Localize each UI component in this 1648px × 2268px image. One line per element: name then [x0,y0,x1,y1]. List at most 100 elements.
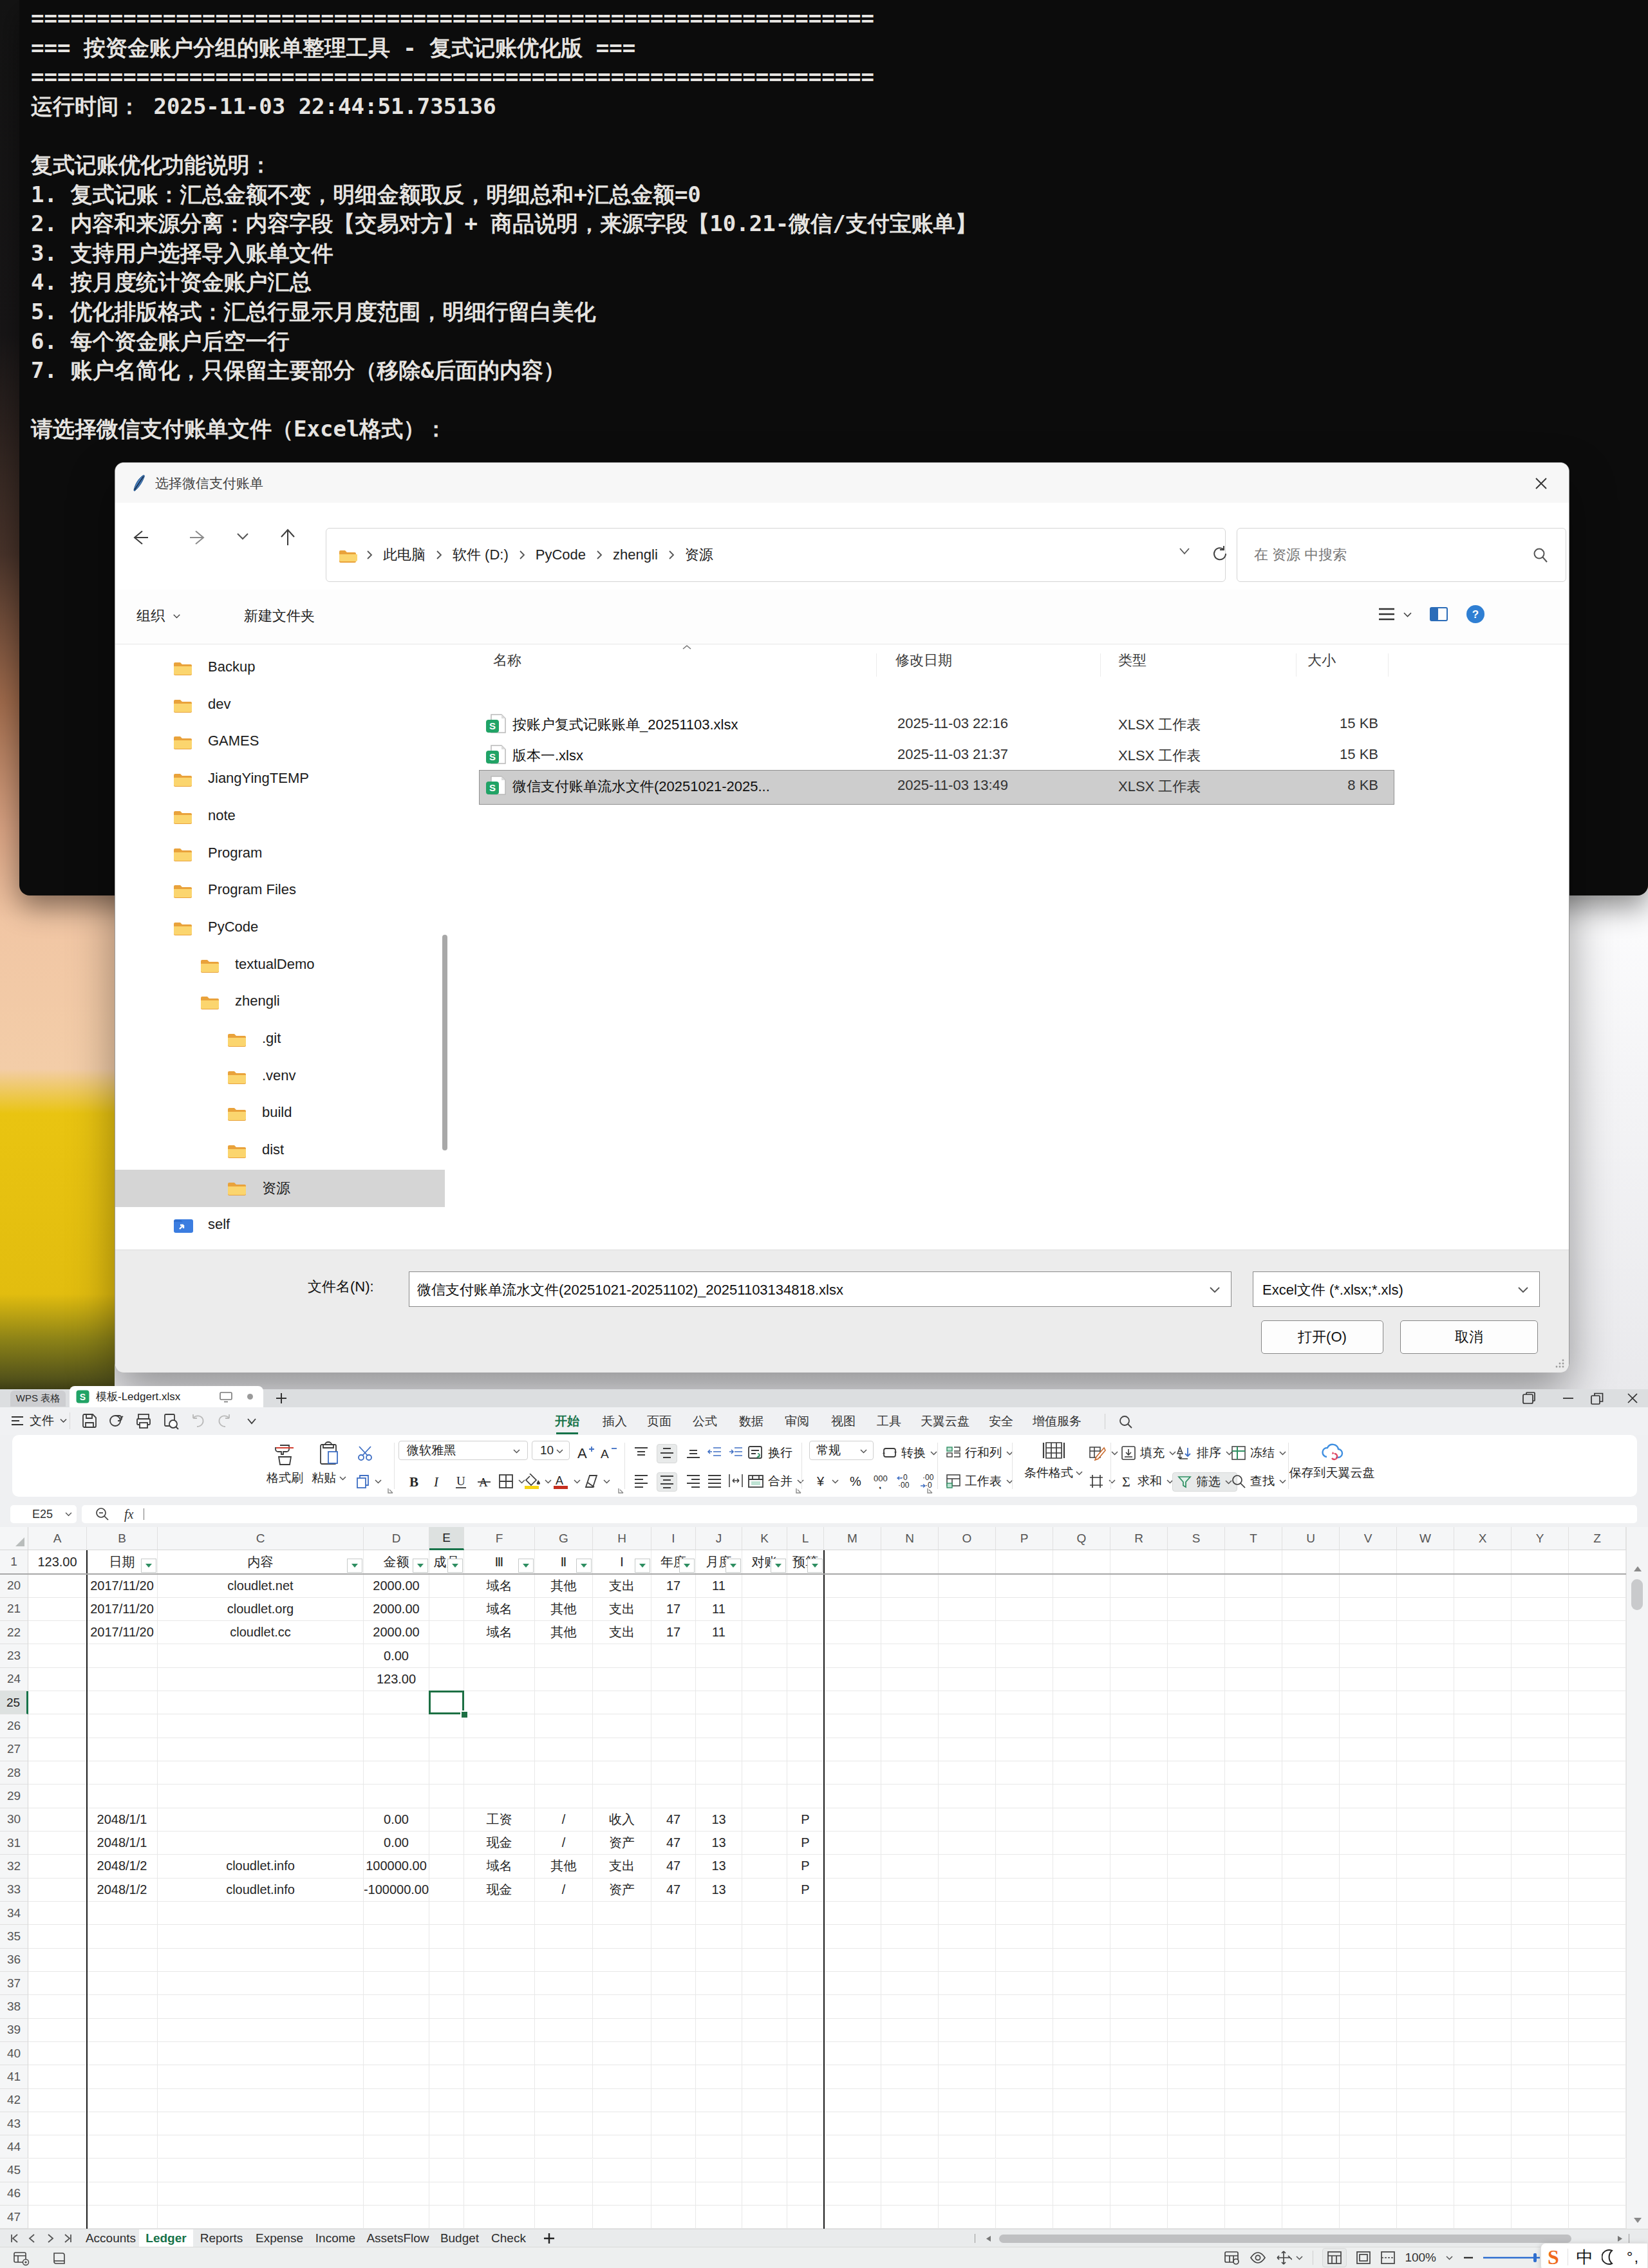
underline-button[interactable]: U [453,1472,469,1490]
cell-B34[interactable] [87,1902,158,1925]
cell-T40[interactable] [1225,2042,1282,2065]
filename-chevron-icon[interactable] [1209,1286,1221,1293]
cell-T24[interactable] [1225,1668,1282,1691]
cell-P31[interactable] [996,1832,1053,1855]
cell-F38[interactable] [464,1995,535,2018]
cell-W1[interactable] [1397,1550,1454,1574]
cell-P26[interactable] [996,1714,1053,1738]
cell-H26[interactable] [593,1714,651,1738]
cell-R47[interactable] [1110,2206,1168,2229]
cell-N43[interactable] [881,2112,939,2135]
cell-R29[interactable] [1110,1785,1168,1808]
cell-P25[interactable] [996,1691,1053,1714]
cell-G45[interactable] [535,2159,593,2182]
cell-F20[interactable]: 域名 [464,1575,535,1598]
cell-R27[interactable] [1110,1738,1168,1761]
cell-W40[interactable] [1397,2042,1454,2065]
cell-S27[interactable] [1168,1738,1225,1761]
tree-scrollbar[interactable] [442,935,447,1150]
cell-K45[interactable] [742,2159,787,2182]
cell-Z32[interactable] [1569,1855,1626,1878]
cell-A26[interactable] [28,1714,87,1738]
cell-E39[interactable] [429,2019,464,2042]
cell-H24[interactable] [593,1668,651,1691]
cell-R45[interactable] [1110,2159,1168,2182]
fill-button[interactable]: 填充 [1121,1444,1177,1462]
ribbon-tab-工具[interactable]: 工具 [877,1407,901,1435]
tree-item-note[interactable]: note [115,798,445,836]
cell-Y31[interactable] [1512,1832,1569,1855]
sum-button[interactable]: Σ求和 [1121,1472,1174,1490]
cell-L25[interactable] [787,1691,824,1714]
cell-N21[interactable] [881,1598,939,1621]
cell-G47[interactable] [535,2206,593,2229]
conditional-format-button[interactable]: 条件格式 [1023,1440,1085,1481]
cell-H32[interactable]: 支出 [593,1855,651,1878]
cell-T29[interactable] [1225,1785,1282,1808]
cell-U30[interactable] [1282,1808,1340,1832]
tree-item-GAMES[interactable]: GAMES [115,724,445,761]
cell-E33[interactable] [429,1879,464,1902]
cell-X44[interactable] [1454,2135,1512,2159]
cell-M42[interactable] [824,2089,881,2112]
cell-X27[interactable] [1454,1738,1512,1761]
cell-F32[interactable]: 域名 [464,1855,535,1878]
cell-C33[interactable]: cloudlet.info [158,1879,364,1902]
cell-P20[interactable] [996,1575,1053,1598]
column-header-C[interactable]: C [158,1527,364,1550]
cell-B46[interactable] [87,2182,158,2206]
cell-J40[interactable] [696,2042,742,2065]
resize-grip[interactable] [1555,1358,1565,1369]
column-header-I[interactable]: I [651,1527,696,1550]
filter-dropdown-J[interactable] [726,1559,741,1573]
cell-X43[interactable] [1454,2112,1512,2135]
cell-P40[interactable] [996,2042,1053,2065]
row-header-43[interactable]: 43 [0,2112,28,2135]
row-header-28[interactable]: 28 [0,1761,28,1785]
cell-G37[interactable] [535,1972,593,1995]
view-normal-button[interactable] [1322,2248,1347,2267]
row-header-30[interactable]: 30 [0,1808,28,1832]
cell-Q46[interactable] [1053,2182,1110,2206]
cell-V31[interactable] [1340,1832,1397,1855]
cell-E22[interactable] [429,1621,464,1644]
cell-P44[interactable] [996,2135,1053,2159]
cell-U44[interactable] [1282,2135,1340,2159]
cell-E44[interactable] [429,2135,464,2159]
cell-U46[interactable] [1282,2182,1340,2206]
cell-G43[interactable] [535,2112,593,2135]
cell-O39[interactable] [939,2019,996,2042]
cell-F46[interactable] [464,2182,535,2206]
cell-N37[interactable] [881,1972,939,1995]
cell-K29[interactable] [742,1785,787,1808]
print-icon[interactable] [134,1412,153,1430]
row-header-46[interactable]: 46 [0,2182,28,2206]
cell-T46[interactable] [1225,2182,1282,2206]
cell-M41[interactable] [824,2065,881,2088]
row-header-24[interactable]: 24 [0,1668,28,1691]
cell-F37[interactable] [464,1972,535,1995]
cell-U20[interactable] [1282,1575,1340,1598]
cell-A20[interactable] [28,1575,87,1598]
cell-B44[interactable] [87,2135,158,2159]
cell-R31[interactable] [1110,1832,1168,1855]
ribbon-tab-页面[interactable]: 页面 [647,1407,671,1435]
cell-V34[interactable] [1340,1902,1397,1925]
cell-J45[interactable] [696,2159,742,2182]
cell-N29[interactable] [881,1785,939,1808]
cell-V38[interactable] [1340,1995,1397,2018]
cell-J36[interactable] [696,1949,742,1972]
cell-Z30[interactable] [1569,1808,1626,1832]
cell-A47[interactable] [28,2206,87,2229]
cell-J26[interactable] [696,1714,742,1738]
cell-H36[interactable] [593,1949,651,1972]
cell-N40[interactable] [881,2042,939,2065]
find-button[interactable]: 查找 [1231,1472,1287,1490]
cell-I45[interactable] [651,2159,696,2182]
cell-W47[interactable] [1397,2206,1454,2229]
cell-P35[interactable] [996,1925,1053,1948]
cell-U1[interactable] [1282,1550,1340,1574]
filter-dropdown-I[interactable] [679,1559,695,1573]
cell-G40[interactable] [535,2042,593,2065]
sheet-tab-Budget[interactable]: Budget [434,2229,485,2247]
